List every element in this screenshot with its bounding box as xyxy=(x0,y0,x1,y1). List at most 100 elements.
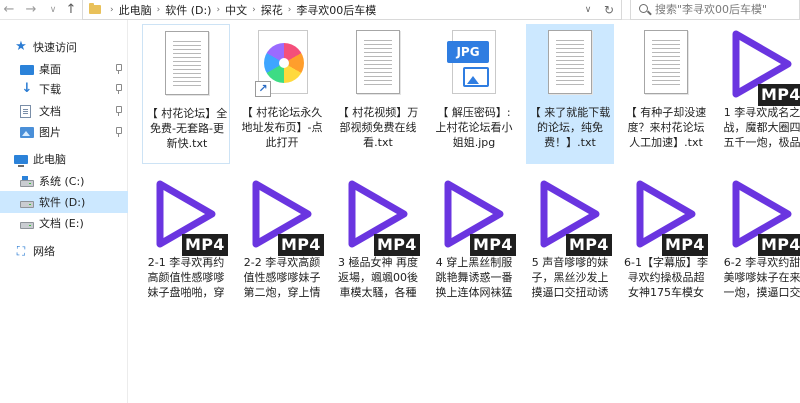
desktop-icon xyxy=(20,65,34,75)
file-item[interactable]: 【 村花论坛】全免费-无套路-更新快.txt xyxy=(142,24,230,164)
file-name: 【 有种子却没速度？来村花论坛人工加速】.txt xyxy=(625,106,707,149)
sidebar-item[interactable]: 此电脑 xyxy=(0,148,128,170)
sidebar-item[interactable]: 桌面 xyxy=(0,58,128,80)
search-input[interactable] xyxy=(655,2,795,17)
breadcrumb-segment[interactable]: › 李寻欢00后车模 xyxy=(283,2,377,18)
file-item[interactable]: MP42-2 李寻欢高颜值性感嗲嗲妹子第二炮，穿上情趣装扇子舞张... xyxy=(238,174,326,314)
file-item[interactable]: MP42-1 李寻欢再约高颜值性感嗲嗲妹子盘啪啪，穿上情趣装黑丝... xyxy=(142,174,230,314)
video-file-icon: MP4 xyxy=(148,176,228,256)
file-item[interactable]: MP44 穿上黑丝制服跳艳舞诱惑一番换上连体网袜猛干.mp4 xyxy=(430,174,518,314)
mp4-badge: MP4 xyxy=(758,84,800,106)
sidebar-item-label: 网络 xyxy=(33,245,55,258)
sidebar-item-label: 软件 (D:) xyxy=(39,196,86,209)
file-name: 5 声音嗲嗲的妹子，黑丝沙发上摸逼口交扭动诱惑.mp4 xyxy=(531,256,609,299)
drive-icon xyxy=(20,200,34,208)
mp4-badge: MP4 xyxy=(374,234,420,256)
pinwheel-icon xyxy=(264,43,304,83)
file-name: 4 穿上黑丝制服跳艳舞诱惑一番换上连体网袜猛干.mp4 xyxy=(435,256,513,299)
file-item[interactable]: 【 村花视频】万部视频免费在线看.txt xyxy=(334,24,422,164)
breadcrumb-separator-icon[interactable]: › xyxy=(110,5,114,15)
mp4-badge: MP4 xyxy=(470,234,516,256)
file-thumbnail: MP4 xyxy=(244,176,324,256)
file-thumbnail: ↗ xyxy=(252,28,312,98)
sidebar-item-label: 桌面 xyxy=(39,63,61,76)
address-bar[interactable]: › 此电脑 › 软件 (D:) › 中文 › 探花 › 李寻欢00后车模 ∨ ↻ xyxy=(82,0,622,20)
recent-locations-chevron-icon[interactable]: ∨ xyxy=(44,1,62,19)
sidebar-item[interactable]: 软件 (D:) xyxy=(0,191,128,213)
file-item[interactable]: MP46-1【字幕版】李寻欢约操极品超女神175车模女仆装.mp4 xyxy=(622,174,710,314)
file-item[interactable]: 【 有种子却没速度？来村花论坛人工加速】.txt xyxy=(622,24,710,164)
sidebar-item[interactable]: 系统 (C:) xyxy=(0,170,128,192)
breadcrumb-label: 探花 xyxy=(260,3,283,17)
sidebar-item-label: 图片 xyxy=(39,126,61,139)
video-file-icon: MP4 xyxy=(532,176,612,256)
sidebar-item-label: 快速访问 xyxy=(33,41,77,54)
forward-arrow-icon[interactable]: → xyxy=(22,1,40,19)
download-icon: ↓ xyxy=(21,81,33,96)
video-file-icon: MP4 xyxy=(724,176,800,256)
sidebar-item-label: 文档 (E:) xyxy=(39,217,84,230)
refresh-icon[interactable]: ↻ xyxy=(601,0,617,20)
text-file-icon xyxy=(644,30,688,94)
sidebar-item[interactable]: ★ 快速访问 xyxy=(0,36,128,58)
pin-icon xyxy=(114,64,122,74)
file-item[interactable]: 【 来了就能下载的论坛，纯免费！】.txt xyxy=(526,24,614,164)
file-name: 【 村花视频】万部视频免费在线看.txt xyxy=(337,106,419,149)
shortcut-arrow-icon: ↗ xyxy=(255,81,271,97)
file-thumbnail: MP4 xyxy=(148,176,228,256)
file-thumbnail: MP4 xyxy=(436,176,516,256)
breadcrumb-separator-icon[interactable]: › xyxy=(288,5,292,15)
sidebar-item[interactable]: ↓ 下载 xyxy=(0,78,128,100)
file-item[interactable]: JPG 【 解压密码】:上村花论坛看小姐姐.jpg xyxy=(430,24,518,164)
breadcrumb-label: 李寻欢00后车模 xyxy=(296,3,377,17)
file-name: 1 李寻欢成名之战，魔都大圈四五千一炮，极品车模，高颜值... xyxy=(723,106,800,149)
breadcrumb: › 此电脑 › 软件 (D:) › 中文 › 探花 › 李寻欢00后车模 xyxy=(105,2,376,18)
video-file-icon: MP4 xyxy=(724,26,800,106)
video-file-icon: MP4 xyxy=(340,176,420,256)
file-name: 【 村花论坛永久地址发布页】-点此打开 xyxy=(241,106,323,149)
file-item[interactable]: MP46-2 李寻欢约甜美嗲嗲妹子在来一炮，摸逼口交上位骑坐抽插... xyxy=(718,174,800,314)
video-file-icon: MP4 xyxy=(436,176,516,256)
file-item[interactable]: MP41 李寻欢成名之战，魔都大圈四五千一炮，极品车模，高颜值... xyxy=(718,24,800,164)
breadcrumb-label: 软件 (D:) xyxy=(165,3,212,17)
search-box[interactable] xyxy=(630,0,800,20)
file-thumbnail xyxy=(540,28,600,98)
sidebar-item[interactable]: 文档 xyxy=(0,100,128,122)
sidebar-item-label: 文档 xyxy=(39,105,61,118)
address-history-chevron-icon[interactable]: ∨ xyxy=(581,0,595,20)
pin-icon xyxy=(114,84,122,94)
breadcrumb-segment[interactable]: › 此电脑 xyxy=(105,2,152,18)
file-thumbnail: MP4 xyxy=(724,176,800,256)
breadcrumb-label: 中文 xyxy=(225,3,248,17)
document-icon xyxy=(20,104,31,118)
file-name: 2-1 李寻欢再约高颜值性感嗲嗲妹子盘啪啪，穿上情趣装黑丝... xyxy=(147,256,225,299)
computer-icon xyxy=(14,155,28,167)
sidebar-item-label: 系统 (C:) xyxy=(39,175,85,188)
mp4-badge: MP4 xyxy=(758,234,800,256)
file-item[interactable]: ↗ 【 村花论坛永久地址发布页】-点此打开 xyxy=(238,24,326,164)
breadcrumb-separator-icon[interactable]: › xyxy=(252,5,256,15)
file-thumbnail xyxy=(348,28,408,98)
text-file-icon xyxy=(548,30,592,94)
sidebar-item[interactable]: ⛶ 网络 xyxy=(0,240,128,262)
breadcrumb-separator-icon[interactable]: › xyxy=(216,5,220,15)
file-item[interactable]: MP43 極品女神 再度返場，颯颯00後車模太騷，各種挑逗誘惑，花... xyxy=(334,174,422,314)
sidebar-item-label: 下载 xyxy=(39,83,61,96)
search-icon xyxy=(639,4,648,13)
system-drive-icon xyxy=(20,175,34,187)
sidebar-item[interactable]: 文档 (E:) xyxy=(0,212,128,234)
video-file-icon: MP4 xyxy=(244,176,324,256)
back-arrow-icon[interactable]: ← xyxy=(0,1,18,19)
breadcrumb-separator-icon[interactable]: › xyxy=(157,5,161,15)
file-item[interactable]: MP45 声音嗲嗲的妹子，黑丝沙发上摸逼口交扭动诱惑.mp4 xyxy=(526,174,614,314)
up-arrow-icon[interactable]: ↑ xyxy=(62,1,80,19)
breadcrumb-segment[interactable]: › 软件 (D:) xyxy=(152,2,212,18)
mp4-badge: MP4 xyxy=(182,234,228,256)
file-thumbnail: MP4 xyxy=(628,176,708,256)
breadcrumb-segment[interactable]: › 中文 xyxy=(211,2,247,18)
breadcrumb-segment[interactable]: › 探花 xyxy=(247,2,283,18)
file-list: 【 村花论坛】全免费-无套路-更新快.txt ↗ 【 村花论坛永久地址发布页】-点此… xyxy=(130,22,800,403)
mp4-badge: MP4 xyxy=(278,234,324,256)
file-name: 【 解压密码】:上村花论坛看小姐姐.jpg xyxy=(435,106,513,149)
sidebar-item[interactable]: 图片 xyxy=(0,121,128,143)
